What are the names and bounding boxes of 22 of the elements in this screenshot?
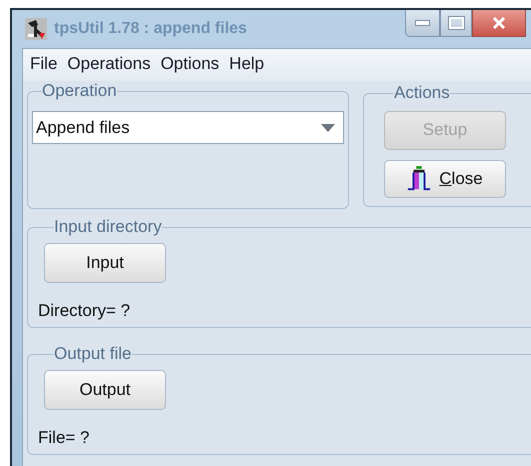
close-icon	[492, 16, 506, 30]
group-legend: Operation	[42, 81, 117, 101]
menu-item[interactable]: Operations	[67, 54, 151, 76]
close-app-button[interactable]: Close	[384, 160, 506, 198]
window-title: tpsUtil 1.78 : append files	[54, 20, 247, 38]
caret-icon	[321, 124, 335, 132]
group-legend: Actions	[394, 83, 450, 103]
close-button[interactable]	[472, 10, 526, 37]
menu-item[interactable]: Options	[160, 54, 220, 76]
group-legend: Input directory	[54, 217, 162, 237]
menu-item[interactable]: Help	[229, 54, 264, 76]
output-button[interactable]: Output	[44, 370, 166, 410]
group-legend: Output file	[54, 344, 132, 364]
file-label: File= ?	[38, 428, 90, 448]
operation-dropdown[interactable]: Append files	[32, 111, 344, 144]
menu-item[interactable]: File	[30, 54, 58, 76]
directory-label: Directory= ?	[38, 301, 132, 321]
maximize-button[interactable]	[440, 10, 472, 37]
door-icon	[407, 166, 432, 192]
app-icon	[24, 17, 48, 41]
input-button[interactable]: Input	[44, 243, 166, 283]
minimize-button[interactable]	[405, 10, 440, 37]
